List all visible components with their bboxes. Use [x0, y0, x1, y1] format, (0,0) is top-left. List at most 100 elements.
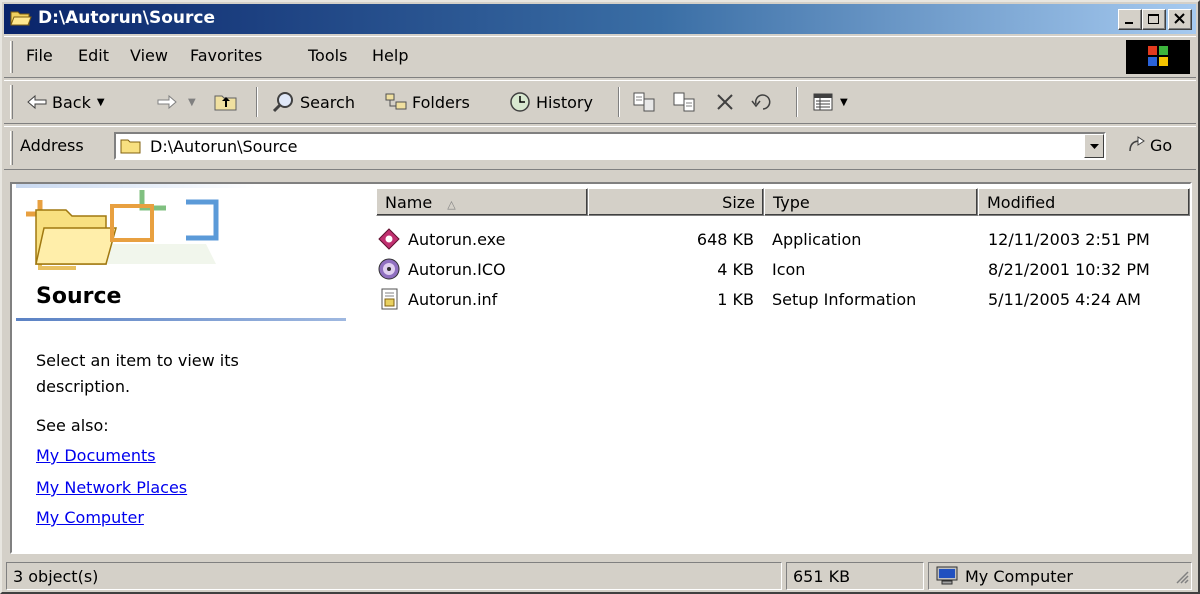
forward-dropdown-icon[interactable]: ▼ [188, 97, 196, 108]
content-area: Source Select an item to view its descri… [10, 182, 1192, 554]
status-zone: My Computer [928, 562, 1192, 590]
search-button[interactable]: Search [272, 87, 355, 117]
forward-button[interactable]: ▼ [156, 87, 196, 117]
back-dropdown-icon[interactable]: ▼ [97, 97, 105, 108]
folder-open-icon [10, 9, 32, 32]
address-value[interactable]: D:\Autorun\Source [150, 137, 297, 156]
file-size: 4 KB [717, 260, 754, 279]
forward-arrow-icon [157, 94, 177, 110]
window-title: D:\Autorun\Source [38, 8, 215, 28]
history-button[interactable]: History [508, 87, 593, 117]
file-type: Application [772, 230, 862, 249]
column-header-size[interactable]: Size [588, 188, 764, 216]
file-size: 1 KB [717, 290, 754, 309]
file-size: 648 KB [696, 230, 754, 249]
cd-icon [378, 258, 400, 284]
setup-file-icon [380, 288, 400, 314]
folders-label: Folders [412, 92, 470, 112]
header-rule [16, 318, 346, 321]
toolbar-separator [618, 87, 620, 117]
my-computer-icon [935, 566, 959, 590]
address-dropdown-button[interactable] [1084, 134, 1104, 158]
explorer-window: D:\Autorun\Source File Edit View Favorit… [0, 0, 1200, 594]
menu-bar-grip[interactable] [10, 41, 13, 73]
file-name[interactable]: Autorun.exe [408, 230, 505, 249]
file-modified: 5/11/2005 4:24 AM [988, 290, 1141, 309]
folders-button[interactable]: Folders [384, 87, 470, 117]
column-header-type[interactable]: Type [764, 188, 978, 216]
column-name-label: Name [385, 193, 433, 212]
delete-button[interactable] [714, 87, 740, 117]
see-also-label: See also: [36, 416, 109, 435]
file-modified: 12/11/2003 2:51 PM [988, 230, 1150, 249]
resize-grip-icon[interactable] [1175, 569, 1189, 588]
move-to-icon [633, 92, 655, 112]
minimize-button[interactable] [1118, 9, 1142, 30]
standard-toolbar: Back ▼ ▼ Search Folders History ▼ [4, 80, 1196, 124]
column-type-label: Type [773, 193, 810, 212]
link-my-documents[interactable]: My Documents [36, 446, 156, 465]
application-icon [378, 228, 400, 254]
toolbar-separator [256, 87, 258, 117]
folder-header-art-icon [16, 184, 256, 282]
views-dropdown-icon[interactable]: ▼ [840, 97, 848, 108]
folder-icon [120, 137, 142, 159]
menu-view[interactable]: View [130, 46, 168, 65]
file-name[interactable]: Autorun.ICO [408, 260, 506, 279]
link-my-network-places[interactable]: My Network Places [36, 478, 187, 497]
address-bar-grip[interactable] [10, 131, 13, 165]
column-modified-label: Modified [987, 193, 1056, 212]
go-button[interactable]: Go [1126, 135, 1172, 155]
file-modified: 8/21/2001 10:32 PM [988, 260, 1150, 279]
address-bar: Address D:\Autorun\Source Go [4, 126, 1196, 170]
search-label: Search [300, 92, 355, 112]
web-view-pane: Source Select an item to view its descri… [12, 184, 352, 552]
back-button[interactable]: Back ▼ [26, 87, 105, 117]
up-folder-icon [214, 95, 237, 111]
go-label: Go [1150, 135, 1173, 155]
column-header-modified[interactable]: Modified [978, 188, 1190, 216]
move-to-button[interactable] [632, 87, 662, 117]
folder-title: Source [36, 284, 122, 309]
undo-icon [751, 94, 771, 110]
file-name[interactable]: Autorun.inf [408, 290, 497, 309]
back-arrow-icon [27, 94, 47, 110]
link-my-computer[interactable]: My Computer [36, 508, 144, 527]
menu-bar: File Edit View Favorites Tools Help [4, 36, 1196, 78]
search-icon [272, 92, 293, 113]
back-label: Back [52, 92, 91, 112]
toolbar-separator [796, 87, 798, 117]
status-size: 651 KB [786, 562, 924, 590]
up-folder-button[interactable] [214, 87, 242, 117]
status-bar: 3 object(s) 651 KB My Computer [4, 560, 1196, 592]
windows-logo-icon [1126, 40, 1190, 74]
folders-tree-icon [385, 93, 407, 110]
go-arrow-icon [1129, 136, 1145, 152]
chevron-down-icon [1090, 144, 1099, 149]
sort-ascending-icon: △ [447, 198, 456, 211]
column-size-label: Size [722, 193, 755, 212]
views-button[interactable]: ▼ [812, 87, 848, 117]
maximize-button[interactable] [1142, 9, 1166, 30]
menu-file[interactable]: File [26, 46, 53, 65]
menu-help[interactable]: Help [372, 46, 408, 65]
copy-to-button[interactable] [672, 87, 702, 117]
close-button[interactable] [1168, 9, 1192, 30]
views-grid-icon [813, 93, 833, 111]
menu-favorites[interactable]: Favorites [190, 46, 262, 65]
menu-edit[interactable]: Edit [78, 46, 109, 65]
toolbar-grip[interactable] [10, 85, 13, 119]
status-zone-label: My Computer [965, 567, 1073, 586]
column-header-name[interactable]: Name △ [376, 188, 588, 216]
title-bar[interactable]: D:\Autorun\Source [4, 4, 1196, 34]
selection-description: Select an item to view its description. [36, 351, 239, 396]
delete-x-icon [717, 94, 733, 110]
copy-to-icon [673, 92, 695, 112]
undo-button[interactable] [750, 87, 778, 117]
status-object-count: 3 object(s) [6, 562, 782, 590]
history-label: History [536, 92, 593, 112]
history-clock-icon [510, 92, 530, 112]
menu-tools[interactable]: Tools [308, 46, 347, 65]
address-input[interactable]: D:\Autorun\Source [114, 132, 1106, 160]
address-label: Address [20, 136, 84, 155]
